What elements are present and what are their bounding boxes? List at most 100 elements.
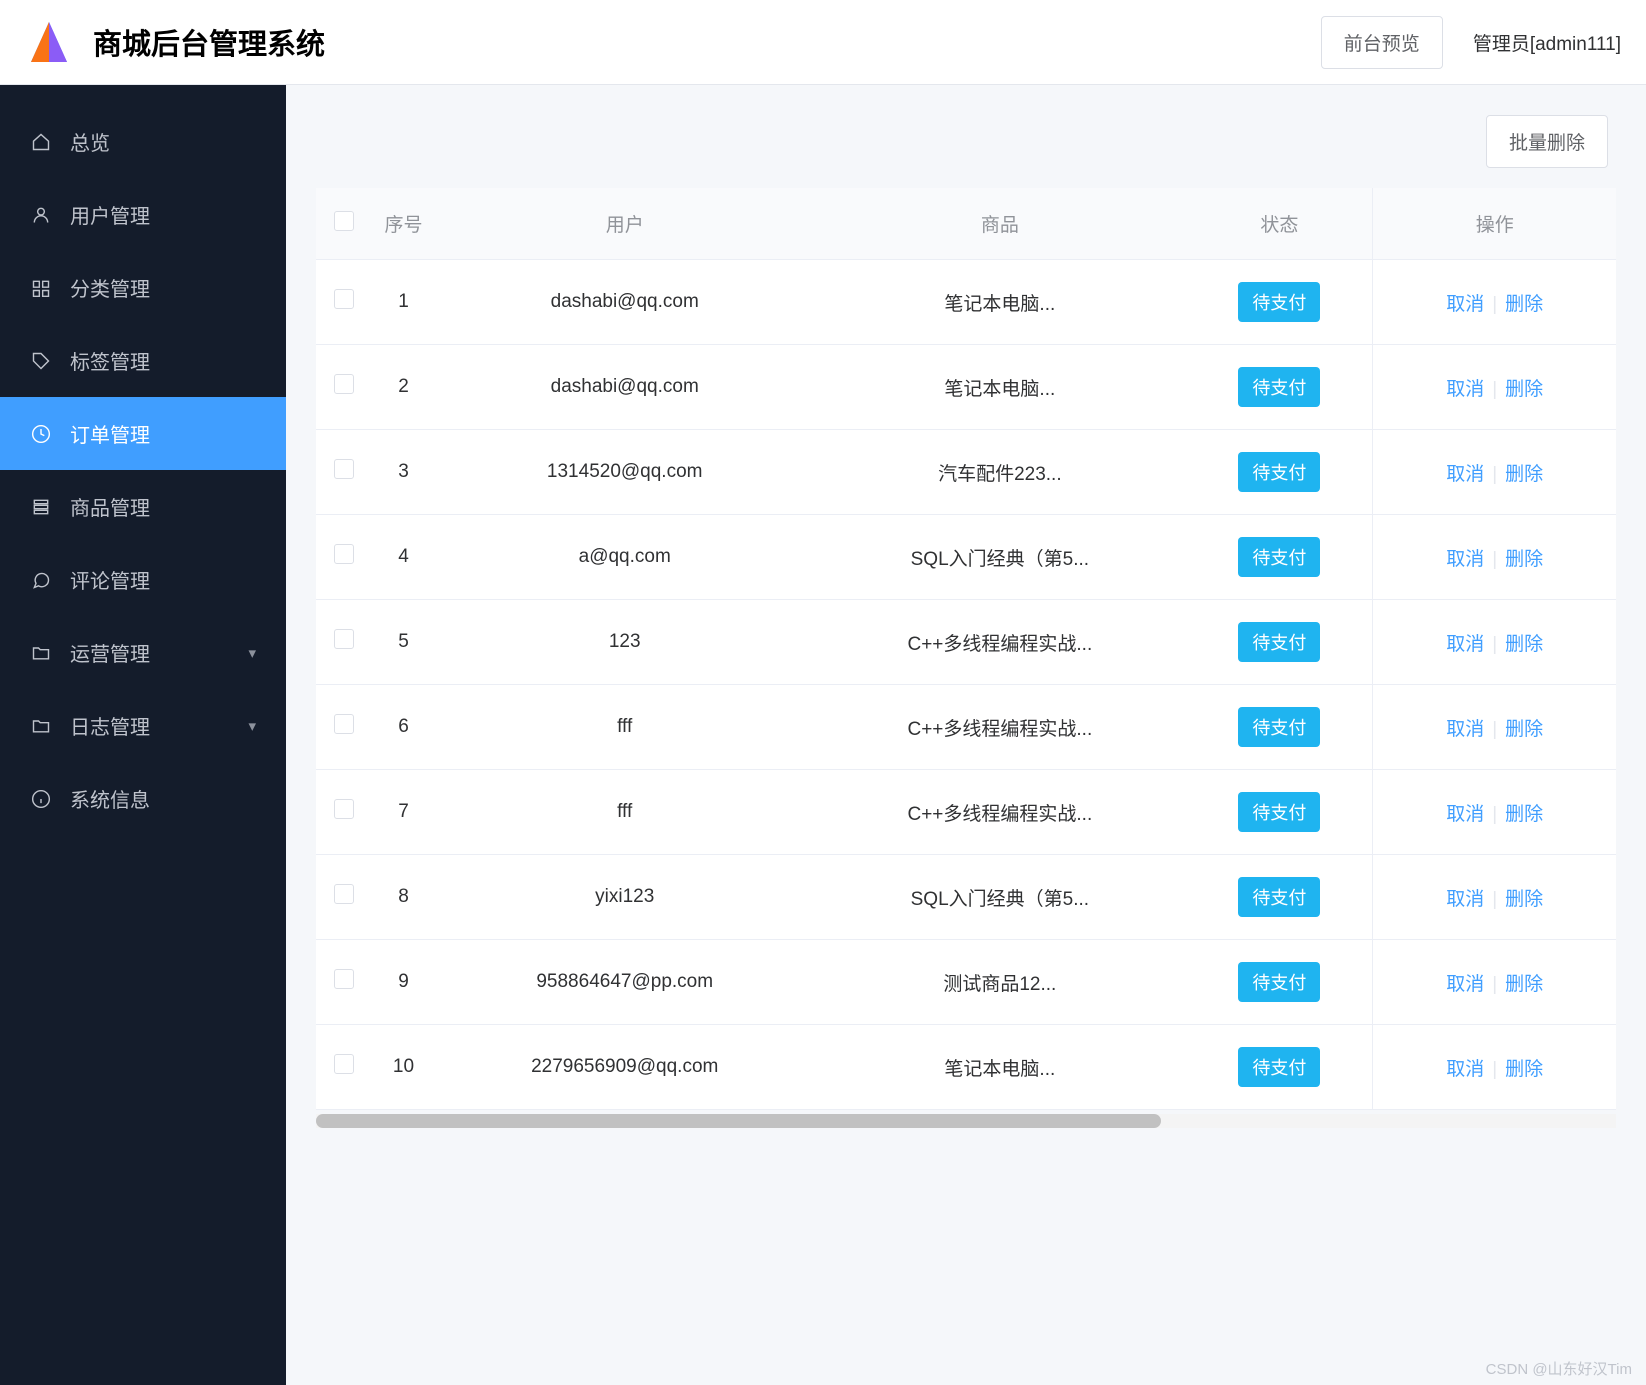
sidebar-item-1[interactable]: 用户管理 xyxy=(0,178,286,251)
status-badge: 待支付 xyxy=(1238,792,1320,832)
row-checkbox[interactable] xyxy=(334,374,354,394)
sidebar-item-label: 系统信息 xyxy=(70,784,150,813)
select-all-checkbox[interactable] xyxy=(334,211,354,231)
sidebar-item-label: 用户管理 xyxy=(70,200,150,229)
delete-link[interactable]: 删除 xyxy=(1497,974,1551,995)
sidebar-item-label: 评论管理 xyxy=(70,565,150,594)
cell-index: 4 xyxy=(371,515,436,600)
table-row: 1dashabi@qq.com笔记本电脑...待支付取消|删除 xyxy=(316,260,1616,345)
cell-user: 123 xyxy=(436,600,813,685)
cell-action: 取消|删除 xyxy=(1373,345,1616,430)
cancel-link[interactable]: 取消 xyxy=(1438,804,1492,825)
sidebar-item-label: 订单管理 xyxy=(70,419,150,448)
delete-link[interactable]: 删除 xyxy=(1497,889,1551,910)
cell-product: 笔记本电脑... xyxy=(813,1025,1186,1110)
sidebar-item-6[interactable]: 评论管理 xyxy=(0,543,286,616)
sidebar-item-4[interactable]: 订单管理 xyxy=(0,397,286,470)
col-action: 操作 xyxy=(1373,188,1616,260)
app-title: 商城后台管理系统 xyxy=(93,21,325,63)
row-checkbox[interactable] xyxy=(334,799,354,819)
cell-action: 取消|删除 xyxy=(1373,855,1616,940)
folder-icon xyxy=(30,715,52,737)
cell-status: 待支付 xyxy=(1186,855,1373,940)
status-badge: 待支付 xyxy=(1238,452,1320,492)
cell-user: a@qq.com xyxy=(436,515,813,600)
row-checkbox[interactable] xyxy=(334,459,354,479)
cell-action: 取消|删除 xyxy=(1373,430,1616,515)
cell-product: C++多线程编程实战... xyxy=(813,600,1186,685)
info-icon xyxy=(30,788,52,810)
cancel-link[interactable]: 取消 xyxy=(1438,294,1492,315)
status-badge: 待支付 xyxy=(1238,962,1320,1002)
status-badge: 待支付 xyxy=(1238,707,1320,747)
sidebar-item-8[interactable]: 日志管理▾ xyxy=(0,689,286,762)
cancel-link[interactable]: 取消 xyxy=(1438,464,1492,485)
cell-action: 取消|删除 xyxy=(1373,685,1616,770)
cell-product: C++多线程编程实战... xyxy=(813,770,1186,855)
cell-action: 取消|删除 xyxy=(1373,515,1616,600)
delete-link[interactable]: 删除 xyxy=(1497,1059,1551,1080)
table-row: 7fffC++多线程编程实战...待支付取消|删除 xyxy=(316,770,1616,855)
delete-link[interactable]: 删除 xyxy=(1497,804,1551,825)
comment-icon xyxy=(30,569,52,591)
col-product: 商品 xyxy=(813,188,1186,260)
batch-delete-button[interactable]: 批量删除 xyxy=(1486,115,1608,168)
cell-index: 2 xyxy=(371,345,436,430)
cancel-link[interactable]: 取消 xyxy=(1438,974,1492,995)
cell-product: 笔记本电脑... xyxy=(813,345,1186,430)
sidebar-item-9[interactable]: 系统信息 xyxy=(0,762,286,835)
cell-product: SQL入门经典（第5... xyxy=(813,515,1186,600)
delete-link[interactable]: 删除 xyxy=(1497,549,1551,570)
status-badge: 待支付 xyxy=(1238,877,1320,917)
row-checkbox[interactable] xyxy=(334,969,354,989)
sidebar-item-5[interactable]: 商品管理 xyxy=(0,470,286,543)
cell-action: 取消|删除 xyxy=(1373,770,1616,855)
delete-link[interactable]: 删除 xyxy=(1497,294,1551,315)
col-user: 用户 xyxy=(436,188,813,260)
sidebar-item-label: 总览 xyxy=(70,127,110,156)
delete-link[interactable]: 删除 xyxy=(1497,464,1551,485)
logo-icon xyxy=(25,18,73,66)
table-row: 6fffC++多线程编程实战...待支付取消|删除 xyxy=(316,685,1616,770)
cancel-link[interactable]: 取消 xyxy=(1438,379,1492,400)
cancel-link[interactable]: 取消 xyxy=(1438,889,1492,910)
table-row: 8yixi123SQL入门经典（第5...待支付取消|删除 xyxy=(316,855,1616,940)
cancel-link[interactable]: 取消 xyxy=(1438,719,1492,740)
header: 商城后台管理系统 前台预览 管理员[admin111] xyxy=(0,0,1646,85)
row-checkbox[interactable] xyxy=(334,544,354,564)
sidebar-item-2[interactable]: 分类管理 xyxy=(0,251,286,324)
sidebar-item-label: 日志管理 xyxy=(70,711,150,740)
cell-status: 待支付 xyxy=(1186,430,1373,515)
admin-label[interactable]: 管理员[admin111] xyxy=(1473,29,1621,56)
cell-product: 笔记本电脑... xyxy=(813,260,1186,345)
cell-product: SQL入门经典（第5... xyxy=(813,855,1186,940)
row-checkbox[interactable] xyxy=(334,714,354,734)
delete-link[interactable]: 删除 xyxy=(1497,634,1551,655)
horizontal-scrollbar[interactable] xyxy=(316,1114,1616,1128)
sidebar-item-0[interactable]: 总览 xyxy=(0,105,286,178)
frontend-preview-button[interactable]: 前台预览 xyxy=(1321,16,1443,69)
row-checkbox[interactable] xyxy=(334,1054,354,1074)
delete-link[interactable]: 删除 xyxy=(1497,379,1551,400)
cancel-link[interactable]: 取消 xyxy=(1438,1059,1492,1080)
cell-status: 待支付 xyxy=(1186,685,1373,770)
cell-index: 5 xyxy=(371,600,436,685)
row-checkbox[interactable] xyxy=(334,289,354,309)
row-checkbox[interactable] xyxy=(334,884,354,904)
sidebar-item-label: 标签管理 xyxy=(70,346,150,375)
table-header-row: 序号 用户 商品 状态 操作 xyxy=(316,188,1616,260)
table-row: 9958864647@pp.com测试商品12...待支付取消|删除 xyxy=(316,940,1616,1025)
cell-action: 取消|删除 xyxy=(1373,1025,1616,1110)
delete-link[interactable]: 删除 xyxy=(1497,719,1551,740)
cancel-link[interactable]: 取消 xyxy=(1438,549,1492,570)
cell-user: 1314520@qq.com xyxy=(436,430,813,515)
cell-action: 取消|删除 xyxy=(1373,940,1616,1025)
sidebar-item-7[interactable]: 运营管理▾ xyxy=(0,616,286,689)
sidebar-item-3[interactable]: 标签管理 xyxy=(0,324,286,397)
cell-product: 测试商品12... xyxy=(813,940,1186,1025)
cell-user: fff xyxy=(436,770,813,855)
row-checkbox[interactable] xyxy=(334,629,354,649)
sidebar: 总览用户管理分类管理标签管理订单管理商品管理评论管理运营管理▾日志管理▾ 系统信息 xyxy=(0,85,286,1385)
cancel-link[interactable]: 取消 xyxy=(1438,634,1492,655)
cell-status: 待支付 xyxy=(1186,345,1373,430)
